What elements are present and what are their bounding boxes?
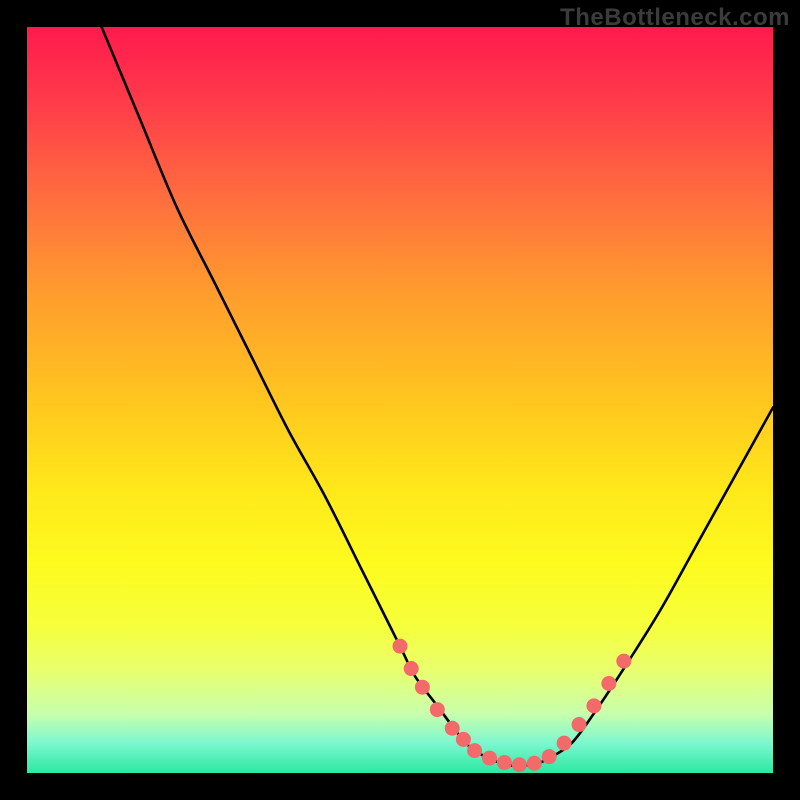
marker-dot — [456, 732, 471, 747]
marker-dot — [467, 743, 482, 758]
marker-dot — [601, 676, 616, 691]
curve-svg — [27, 27, 773, 773]
plot-area — [27, 27, 773, 773]
bottleneck-curve — [102, 27, 773, 766]
marker-dots — [393, 639, 632, 773]
watermark-text: TheBottleneck.com — [560, 4, 790, 32]
marker-dot — [445, 721, 460, 736]
marker-dot — [586, 698, 601, 713]
marker-dot — [415, 680, 430, 695]
marker-dot — [497, 755, 512, 770]
marker-dot — [572, 717, 587, 732]
marker-dot — [393, 639, 408, 654]
marker-dot — [430, 702, 445, 717]
marker-dot — [616, 654, 631, 669]
marker-dot — [512, 757, 527, 772]
marker-dot — [557, 736, 572, 751]
marker-dot — [482, 751, 497, 766]
marker-dot — [527, 756, 542, 771]
marker-dot — [542, 749, 557, 764]
marker-dot — [404, 661, 419, 676]
chart-frame: TheBottleneck.com — [0, 0, 800, 800]
